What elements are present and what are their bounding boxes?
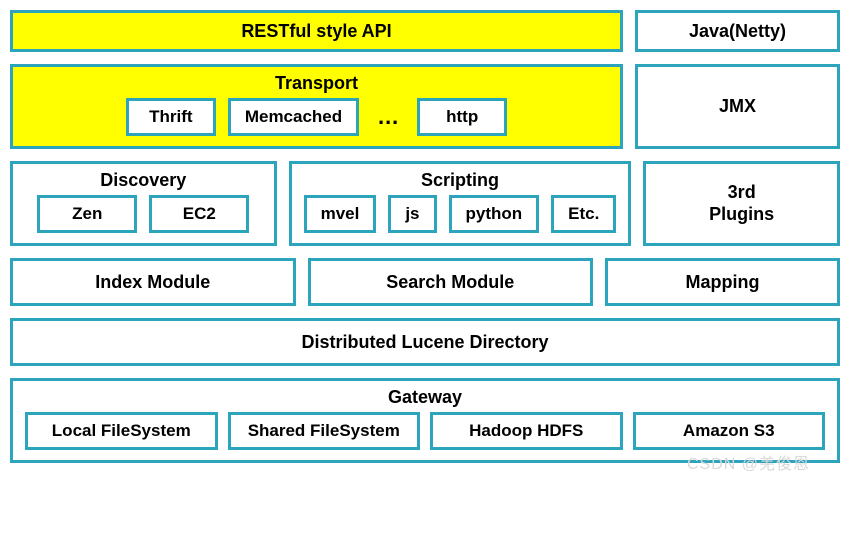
gateway-container: Gateway Local FileSystem Shared FileSyst…	[10, 378, 840, 463]
jmx-box: JMX	[635, 64, 840, 149]
transport-item-thrift: Thrift	[126, 98, 216, 136]
plugins-line1: 3rd	[728, 182, 756, 204]
scripting-item-etc: Etc.	[551, 195, 616, 233]
java-netty-label: Java(Netty)	[689, 21, 786, 42]
search-module-label: Search Module	[386, 272, 514, 293]
lucene-directory-label: Distributed Lucene Directory	[301, 332, 548, 353]
transport-item-memcached: Memcached	[228, 98, 359, 136]
restful-api-label: RESTful style API	[241, 21, 391, 42]
plugins-line2: Plugins	[709, 204, 774, 226]
discovery-item-ec2: EC2	[149, 195, 249, 233]
mapping-label: Mapping	[686, 272, 760, 293]
index-module-label: Index Module	[95, 272, 210, 293]
scripting-container: Scripting mvel js python Etc.	[289, 161, 632, 246]
gateway-item-local: Local FileSystem	[25, 412, 218, 450]
mapping-box: Mapping	[605, 258, 840, 306]
search-module-box: Search Module	[308, 258, 594, 306]
transport-title: Transport	[13, 67, 620, 98]
java-netty-box: Java(Netty)	[635, 10, 840, 52]
discovery-title: Discovery	[13, 164, 274, 195]
scripting-item-js: js	[388, 195, 436, 233]
gateway-item-s3: Amazon S3	[633, 412, 826, 450]
discovery-item-zen: Zen	[37, 195, 137, 233]
scripting-item-mvel: mvel	[304, 195, 377, 233]
discovery-container: Discovery Zen EC2	[10, 161, 277, 246]
jmx-label: JMX	[719, 96, 756, 117]
gateway-item-hdfs: Hadoop HDFS	[430, 412, 623, 450]
gateway-title: Gateway	[13, 381, 837, 412]
transport-container: Transport Thrift Memcached … http	[10, 64, 623, 149]
lucene-directory-box: Distributed Lucene Directory	[10, 318, 840, 366]
restful-api-box: RESTful style API	[10, 10, 623, 52]
transport-item-http: http	[417, 98, 507, 136]
plugins-box: 3rd Plugins	[643, 161, 840, 246]
scripting-item-python: python	[449, 195, 540, 233]
scripting-title: Scripting	[292, 164, 629, 195]
index-module-box: Index Module	[10, 258, 296, 306]
gateway-item-shared: Shared FileSystem	[228, 412, 421, 450]
transport-dots: …	[371, 104, 405, 130]
